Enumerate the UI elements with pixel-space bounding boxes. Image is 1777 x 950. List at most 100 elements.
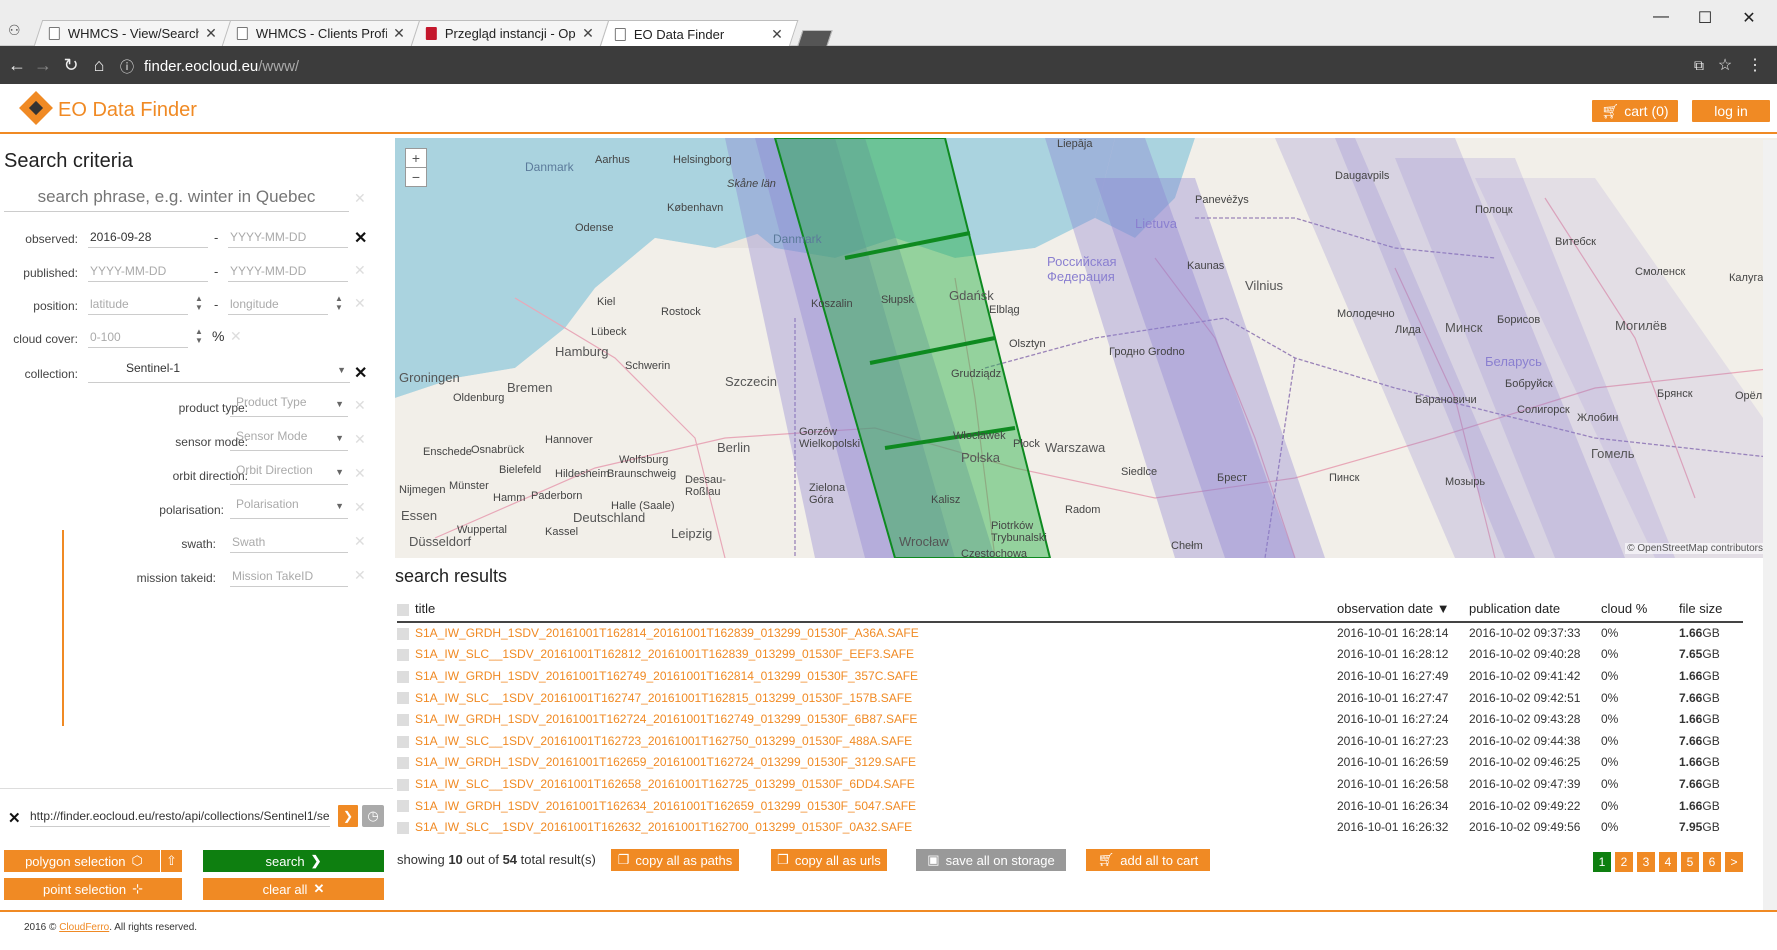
table-row[interactable]: S1A_IW_SLC__1SDV_20161001T162632_2016100…: [397, 816, 1743, 838]
clear-swath-icon[interactable]: ✕: [354, 533, 366, 550]
api-url-input[interactable]: [30, 805, 330, 827]
latitude-stepper[interactable]: ▲ ▼: [194, 294, 204, 312]
new-tab-button[interactable]: [797, 30, 833, 46]
copy-all-paths-button[interactable]: ❐ copy all as paths: [611, 849, 739, 871]
result-title-link[interactable]: S1A_IW_SLC__1SDV_20161001T162812_2016100…: [415, 647, 914, 661]
next-page-button[interactable]: >: [1725, 852, 1743, 872]
home-icon[interactable]: ⌂: [88, 55, 110, 76]
row-checkbox[interactable]: [397, 821, 409, 834]
page-4-button[interactable]: 4: [1659, 852, 1677, 872]
result-title-link[interactable]: S1A_IW_SLC__1SDV_20161001T162747_2016100…: [415, 691, 912, 705]
cloud-cover-stepper[interactable]: ▲ ▼: [194, 327, 204, 345]
latitude-input[interactable]: [88, 293, 188, 315]
page-1-button[interactable]: 1: [1593, 852, 1611, 872]
tab-eo-data-finder[interactable]: EO Data Finder ✕: [599, 20, 799, 47]
column-header-observation-date[interactable]: observation date ▼: [1337, 596, 1469, 623]
row-checkbox[interactable]: [397, 778, 409, 791]
result-title-link[interactable]: S1A_IW_GRDH_1SDV_20161001T162634_2016100…: [415, 799, 916, 813]
map-view[interactable]: + − Danmark Aarhus Helsingborg København…: [395, 138, 1777, 558]
result-title-link[interactable]: S1A_IW_GRDH_1SDV_20161001T162724_2016100…: [415, 712, 917, 726]
close-icon[interactable]: ✕: [393, 25, 405, 42]
table-row[interactable]: S1A_IW_GRDH_1SDV_20161001T162724_2016100…: [397, 708, 1743, 730]
table-row[interactable]: S1A_IW_GRDH_1SDV_20161001T162659_2016100…: [397, 752, 1743, 774]
row-checkbox[interactable]: [397, 692, 409, 705]
add-all-cart-button[interactable]: 🛒︎ add all to cart: [1086, 849, 1210, 871]
product-type-select[interactable]: Product Type ▼: [230, 395, 348, 417]
polygon-selection-button[interactable]: polygon selection ⬡: [4, 850, 164, 872]
map-attribution[interactable]: © OpenStreetMap contributors: [1625, 543, 1765, 554]
cloudferro-link[interactable]: CloudFerro: [59, 922, 109, 933]
clear-observed-icon[interactable]: ✕: [354, 228, 367, 248]
row-checkbox[interactable]: [397, 649, 409, 662]
select-all-checkbox[interactable]: [397, 603, 409, 616]
clear-orbit-direction-icon[interactable]: ✕: [354, 465, 366, 482]
mission-takeid-input[interactable]: [230, 565, 348, 587]
column-header-cloud[interactable]: cloud %: [1601, 596, 1679, 623]
history-button[interactable]: ◷: [362, 805, 384, 827]
page-scrollbar[interactable]: [1763, 140, 1777, 910]
cloud-cover-input[interactable]: [88, 326, 188, 348]
table-row[interactable]: S1A_IW_SLC__1SDV_20161001T162812_2016100…: [397, 644, 1743, 666]
table-row[interactable]: S1A_IW_GRDH_1SDV_20161001T162634_2016100…: [397, 795, 1743, 817]
column-header-file-size[interactable]: file size: [1679, 596, 1743, 623]
forward-icon[interactable]: →: [32, 55, 54, 76]
result-title-cell[interactable]: S1A_IW_SLC__1SDV_20161001T162747_2016100…: [397, 687, 1337, 709]
clear-cloud-icon[interactable]: ✕: [230, 328, 242, 345]
observed-from-input[interactable]: [88, 226, 208, 248]
result-title-link[interactable]: S1A_IW_GRDH_1SDV_20161001T162814_2016100…: [415, 626, 919, 640]
clear-mission-icon[interactable]: ✕: [354, 567, 366, 584]
tab-whmcs-clients[interactable]: WHMCS - Clients Profile ✕: [221, 20, 421, 46]
copy-all-urls-button[interactable]: ❐ copy all as urls: [771, 849, 887, 871]
result-title-link[interactable]: S1A_IW_GRDH_1SDV_20161001T162659_2016100…: [415, 755, 916, 769]
clear-all-button[interactable]: clear all ✕: [203, 878, 384, 900]
search-phrase-input[interactable]: [4, 182, 349, 212]
clear-position-icon[interactable]: ✕: [354, 295, 366, 312]
maximize-icon[interactable]: ☐: [1690, 8, 1720, 28]
table-row[interactable]: S1A_IW_SLC__1SDV_20161001T162747_2016100…: [397, 687, 1743, 709]
close-icon[interactable]: ✕: [205, 25, 217, 42]
login-button[interactable]: log in: [1692, 100, 1770, 122]
cart-button[interactable]: 🛒︎ cart (0): [1592, 100, 1678, 122]
result-title-link[interactable]: S1A_IW_SLC__1SDV_20161001T162658_2016100…: [415, 777, 915, 791]
table-row[interactable]: S1A_IW_SLC__1SDV_20161001T162658_2016100…: [397, 773, 1743, 795]
translate-icon[interactable]: ⧉: [1688, 57, 1710, 74]
page-5-button[interactable]: 5: [1681, 852, 1699, 872]
back-icon[interactable]: ←: [6, 55, 28, 76]
row-checkbox[interactable]: [397, 757, 409, 770]
orbit-direction-select[interactable]: Orbit Direction ▼: [230, 463, 348, 485]
tab-whmcs-search[interactable]: WHMCS - View/Search C ✕: [33, 20, 233, 46]
observed-to-input[interactable]: [228, 226, 348, 248]
swath-input[interactable]: [230, 531, 348, 553]
close-icon[interactable]: ✕: [582, 25, 594, 42]
result-title-cell[interactable]: S1A_IW_SLC__1SDV_20161001T162632_2016100…: [397, 816, 1337, 838]
zoom-out-button[interactable]: −: [405, 167, 427, 187]
result-title-cell[interactable]: S1A_IW_GRDH_1SDV_20161001T162634_2016100…: [397, 795, 1337, 817]
brand-title[interactable]: EO Data Finder: [58, 99, 197, 122]
clear-collection-icon[interactable]: ✕: [354, 363, 367, 383]
minimize-icon[interactable]: —: [1646, 8, 1676, 26]
table-row[interactable]: S1A_IW_GRDH_1SDV_20161001T162749_2016100…: [397, 665, 1743, 687]
table-row[interactable]: S1A_IW_SLC__1SDV_20161001T162723_2016100…: [397, 730, 1743, 752]
clear-api-url-icon[interactable]: ✕: [8, 809, 21, 827]
sensor-mode-select[interactable]: Sensor Mode ▼: [230, 429, 348, 451]
row-checkbox[interactable]: [397, 800, 409, 813]
row-checkbox[interactable]: [397, 628, 409, 641]
url-field[interactable]: finder.eocloud.eu/www/: [144, 58, 299, 75]
close-window-icon[interactable]: ✕: [1734, 8, 1764, 28]
longitude-input[interactable]: [228, 293, 328, 315]
page-2-button[interactable]: 2: [1615, 852, 1633, 872]
result-title-cell[interactable]: S1A_IW_GRDH_1SDV_20161001T162724_2016100…: [397, 708, 1337, 730]
result-title-cell[interactable]: S1A_IW_SLC__1SDV_20161001T162723_2016100…: [397, 730, 1337, 752]
star-icon[interactable]: ☆: [1714, 55, 1736, 75]
row-checkbox[interactable]: [397, 714, 409, 726]
column-header-publication-date[interactable]: publication date: [1469, 596, 1601, 623]
published-to-input[interactable]: [228, 260, 348, 282]
result-title-cell[interactable]: S1A_IW_GRDH_1SDV_20161001T162814_2016100…: [397, 622, 1337, 644]
page-3-button[interactable]: 3: [1637, 852, 1655, 872]
upload-button[interactable]: ⇧: [160, 850, 182, 872]
result-title-cell[interactable]: S1A_IW_SLC__1SDV_20161001T162812_2016100…: [397, 644, 1337, 666]
reload-icon[interactable]: ↻: [60, 55, 82, 76]
zoom-in-button[interactable]: +: [405, 148, 427, 168]
collection-select[interactable]: Sentinel-1 ▼: [88, 361, 350, 383]
save-all-storage-button[interactable]: ▣ save all on storage: [916, 849, 1066, 871]
